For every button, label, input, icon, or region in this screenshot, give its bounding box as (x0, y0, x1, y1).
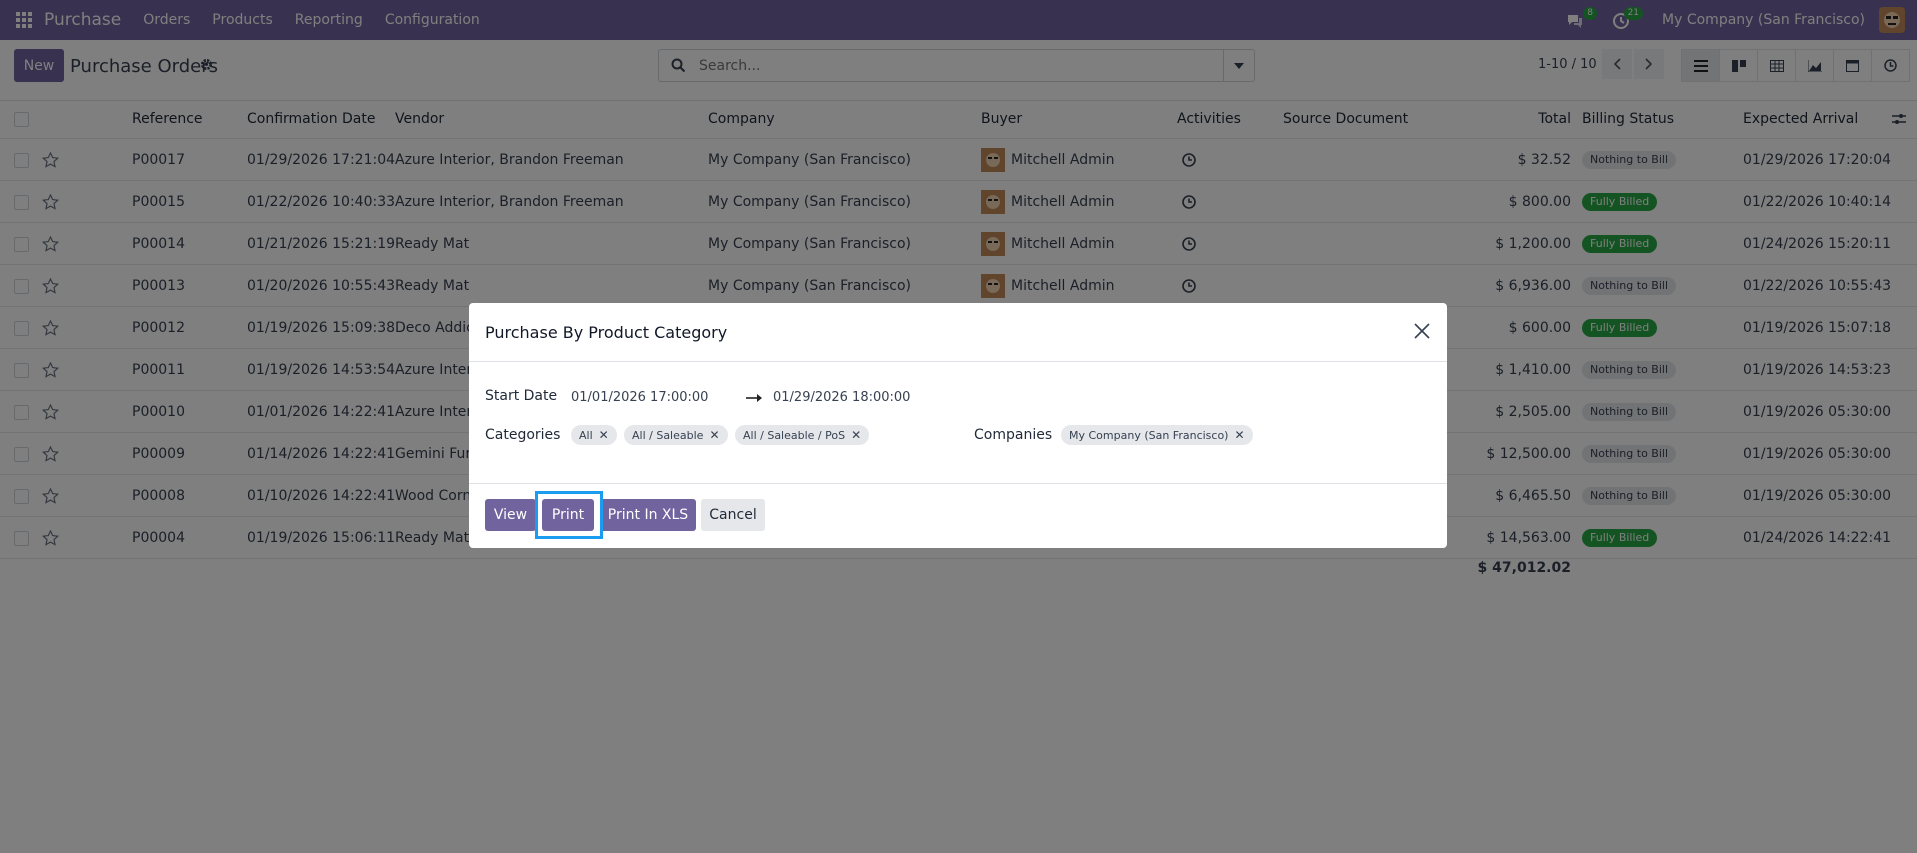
dialog-title: Purchase By Product Category (485, 323, 728, 342)
arrow-right-icon (746, 394, 762, 402)
company-tag-label: My Company (San Francisco) (1069, 428, 1229, 442)
category-tag: All / Saleable ✕ (624, 425, 728, 445)
remove-tag-icon[interactable]: ✕ (709, 428, 719, 442)
company-tag: My Company (San Francisco) ✕ (1061, 425, 1253, 445)
category-tag-label: All / Saleable / PoS (743, 428, 846, 442)
category-tag-label: All / Saleable (632, 428, 704, 442)
print-xls-button[interactable]: Print In XLS (600, 499, 696, 531)
end-date-field[interactable]: 01/29/2026 18:00:00 (773, 390, 910, 405)
cancel-button[interactable]: Cancel (701, 499, 765, 531)
categories-label: Categories (485, 427, 561, 443)
dialog-header-divider (469, 361, 1447, 362)
view-button[interactable]: View (485, 499, 536, 531)
category-tag-label: All (579, 428, 593, 442)
close-icon[interactable] (1413, 322, 1431, 340)
category-tag: All / Saleable / PoS ✕ (735, 425, 870, 445)
start-date-label: Start Date (485, 388, 558, 404)
start-date-field[interactable]: 01/01/2026 17:00:00 (571, 390, 708, 405)
category-tag: All ✕ (571, 425, 617, 445)
companies-label: Companies (974, 427, 1053, 443)
remove-tag-icon[interactable]: ✕ (1234, 428, 1244, 442)
remove-tag-icon[interactable]: ✕ (599, 428, 609, 442)
dialog-footer-divider (469, 483, 1447, 484)
print-button-highlight (535, 491, 603, 539)
remove-tag-icon[interactable]: ✕ (851, 428, 861, 442)
purchase-by-category-dialog: Purchase By Product Category Start Date … (469, 303, 1447, 548)
